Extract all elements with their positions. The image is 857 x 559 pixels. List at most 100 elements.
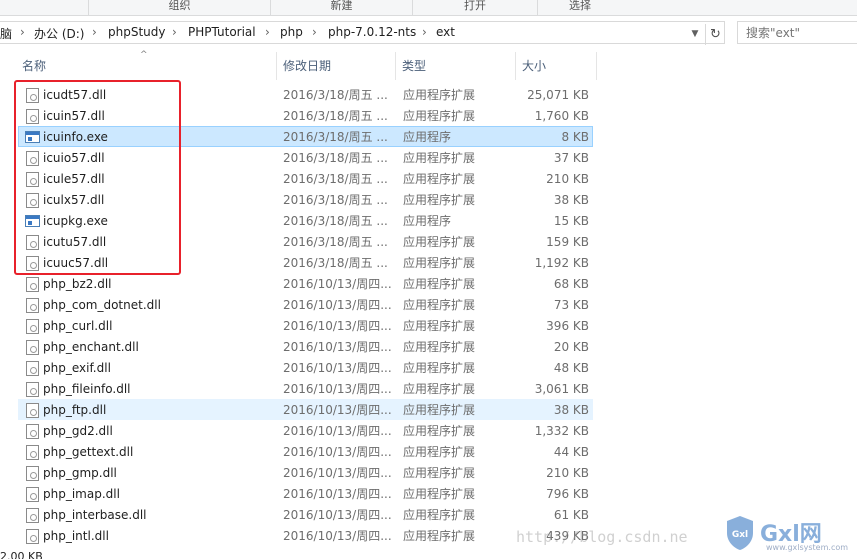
- file-type: 应用程序: [403, 130, 452, 144]
- file-size: 1,332 KB: [534, 424, 589, 438]
- breadcrumb-drive[interactable]: 办公 (D:): [34, 25, 84, 42]
- dll-file-icon: [26, 298, 39, 313]
- ribbon-group-open: 打开: [412, 0, 537, 16]
- address-bar[interactable]: 脑 › 办公 (D:) › phpStudy › PHPTutorial › p…: [0, 21, 725, 45]
- file-row[interactable]: php_gd2.dll 2016/10/13/周四... 应用程序扩展 1,332 K…: [18, 420, 593, 441]
- file-size: 210 KB: [546, 172, 589, 186]
- file-type: 应用程序扩展: [403, 298, 476, 312]
- file-type: 应用程序: [403, 214, 452, 228]
- file-modified-date: 2016/3/18/周五 ...: [283, 214, 388, 228]
- file-row[interactable]: php_ftp.dll 2016/10/13/周四... 应用程序扩展 38 KB: [18, 399, 593, 420]
- breadcrumb-separator[interactable]: ›: [422, 25, 427, 39]
- column-header-row: ^ 名称 修改日期 类型 大小: [0, 50, 857, 80]
- file-size: 396 KB: [546, 319, 589, 333]
- column-header-name[interactable]: 名称: [16, 52, 277, 80]
- file-modified-date: 2016/10/13/周四...: [283, 424, 392, 438]
- file-name: php_com_dotnet.dll: [43, 298, 161, 312]
- file-type: 应用程序扩展: [403, 109, 476, 123]
- file-type: 应用程序扩展: [403, 340, 476, 354]
- file-name: php_enchant.dll: [43, 340, 139, 354]
- file-type: 应用程序扩展: [403, 403, 476, 417]
- file-name: php_ftp.dll: [43, 403, 107, 417]
- file-modified-date: 2016/10/13/周四...: [283, 340, 392, 354]
- file-size: 73 KB: [553, 298, 589, 312]
- file-modified-date: 2016/3/18/周五 ...: [283, 235, 388, 249]
- file-type: 应用程序扩展: [403, 466, 476, 480]
- file-modified-date: 2016/3/18/周五 ...: [283, 151, 388, 165]
- file-size: 38 KB: [553, 403, 589, 417]
- file-size: 37 KB: [553, 151, 589, 165]
- file-size: 3,061 KB: [534, 382, 589, 396]
- dll-file-icon: [26, 487, 39, 502]
- file-row[interactable]: php_exif.dll 2016/10/13/周四... 应用程序扩展 48 KB: [18, 357, 593, 378]
- file-row[interactable]: php_gmp.dll 2016/10/13/周四... 应用程序扩展 210 KB: [18, 462, 593, 483]
- dll-file-icon: [26, 277, 39, 292]
- breadcrumb-php-version[interactable]: php-7.0.12-nts: [328, 25, 416, 39]
- file-row[interactable]: php_com_dotnet.dll 2016/10/13/周四... 应用程序扩展…: [18, 294, 593, 315]
- file-type: 应用程序扩展: [403, 235, 476, 249]
- breadcrumb-phpstudy[interactable]: phpStudy: [108, 25, 166, 39]
- file-name: php_imap.dll: [43, 487, 120, 501]
- shield-logo-icon: Gxl: [727, 516, 753, 550]
- file-type: 应用程序扩展: [403, 529, 476, 543]
- breadcrumb-phptutorial[interactable]: PHPTutorial: [188, 25, 256, 39]
- file-type: 应用程序扩展: [403, 487, 476, 501]
- breadcrumb-separator[interactable]: ›: [172, 25, 177, 39]
- file-type: 应用程序扩展: [403, 319, 476, 333]
- file-name: php_interbase.dll: [43, 508, 147, 522]
- file-type: 应用程序扩展: [403, 445, 476, 459]
- file-size: 796 KB: [546, 487, 589, 501]
- file-name: php_exif.dll: [43, 361, 111, 375]
- refresh-icon[interactable]: ↻: [705, 24, 725, 45]
- breadcrumb-separator[interactable]: ›: [265, 25, 270, 39]
- search-box[interactable]: [737, 21, 857, 44]
- breadcrumb-computer[interactable]: 脑: [0, 25, 12, 42]
- file-row[interactable]: php_bz2.dll 2016/10/13/周四... 应用程序扩展 68 KB: [18, 273, 593, 294]
- file-row[interactable]: php_intl.dll 2016/10/13/周四... 应用程序扩展 439 KB: [18, 525, 593, 546]
- search-input[interactable]: [738, 22, 857, 43]
- dll-file-icon: [26, 361, 39, 376]
- file-size: 44 KB: [553, 445, 589, 459]
- file-row[interactable]: php_curl.dll 2016/10/13/周四... 应用程序扩展 396 KB: [18, 315, 593, 336]
- file-modified-date: 2016/10/13/周四...: [283, 319, 392, 333]
- file-type: 应用程序扩展: [403, 193, 476, 207]
- file-modified-date: 2016/10/13/周四...: [283, 277, 392, 291]
- dll-file-icon: [26, 382, 39, 397]
- column-header-size[interactable]: 大小: [516, 52, 597, 80]
- breadcrumb-separator[interactable]: ›: [312, 25, 317, 39]
- chevron-down-icon[interactable]: ▼: [686, 26, 704, 42]
- file-name: php_bz2.dll: [43, 277, 112, 291]
- breadcrumb-separator[interactable]: ›: [92, 25, 97, 39]
- file-size: 159 KB: [546, 235, 589, 249]
- file-name: php_gmp.dll: [43, 466, 117, 480]
- file-type: 应用程序扩展: [403, 256, 476, 270]
- file-size: 1,760 KB: [534, 109, 589, 123]
- dll-file-icon: [26, 466, 39, 481]
- file-modified-date: 2016/10/13/周四...: [283, 508, 392, 522]
- status-bar: 2.00 KB: [0, 551, 43, 559]
- file-name: php_fileinfo.dll: [43, 382, 131, 396]
- file-size: 210 KB: [546, 466, 589, 480]
- breadcrumb-separator[interactable]: ›: [20, 25, 25, 39]
- file-row[interactable]: php_interbase.dll 2016/10/13/周四... 应用程序扩展 6…: [18, 504, 593, 525]
- status-size-text: 2.00 KB: [0, 551, 43, 559]
- file-type: 应用程序扩展: [403, 382, 476, 396]
- column-header-date[interactable]: 修改日期: [277, 52, 396, 80]
- file-row[interactable]: php_enchant.dll 2016/10/13/周四... 应用程序扩展 20 …: [18, 336, 593, 357]
- file-size: 8 KB: [561, 130, 589, 144]
- file-size: 20 KB: [553, 340, 589, 354]
- annotation-highlight-box: [14, 80, 181, 275]
- file-name: php_curl.dll: [43, 319, 113, 333]
- breadcrumb-ext[interactable]: ext: [436, 25, 455, 39]
- file-modified-date: 2016/3/18/周五 ...: [283, 88, 388, 102]
- file-row[interactable]: php_gettext.dll 2016/10/13/周四... 应用程序扩展 44 …: [18, 441, 593, 462]
- column-header-type[interactable]: 类型: [396, 52, 516, 80]
- file-row[interactable]: php_imap.dll 2016/10/13/周四... 应用程序扩展 796 KB: [18, 483, 593, 504]
- file-type: 应用程序扩展: [403, 361, 476, 375]
- file-modified-date: 2016/10/13/周四...: [283, 529, 392, 543]
- ribbon-group-select: 选择: [537, 0, 622, 16]
- file-row[interactable]: php_fileinfo.dll 2016/10/13/周四... 应用程序扩展 3,…: [18, 378, 593, 399]
- breadcrumb-php[interactable]: php: [280, 25, 303, 39]
- file-modified-date: 2016/10/13/周四...: [283, 445, 392, 459]
- dll-file-icon: [26, 508, 39, 523]
